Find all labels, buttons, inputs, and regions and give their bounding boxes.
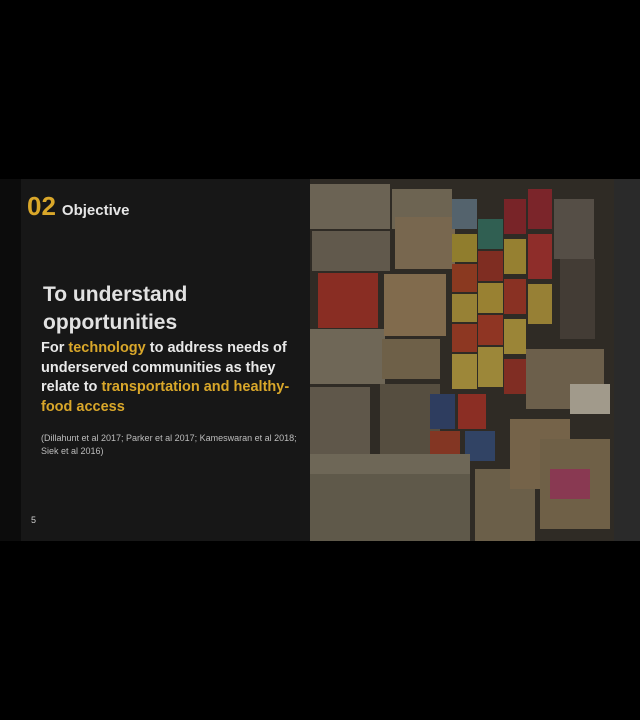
slide-main-title: To understand opportunities <box>43 283 188 334</box>
slide-page-number: 5 <box>31 515 37 525</box>
presentation-slide: 02 Objective To understand opportunities… <box>0 179 640 541</box>
slide-left-margin <box>0 179 21 541</box>
section-number: 02 <box>27 191 56 221</box>
slide-right-margin <box>614 179 640 541</box>
objective-statement: For technology to address needs of under… <box>41 339 291 417</box>
stacked-boxes-illustration <box>310 179 614 541</box>
slide-text-panel: 02 Objective To understand opportunities… <box>21 179 310 541</box>
section-title: Objective <box>61 202 130 219</box>
section-heading: 02 Objective <box>27 191 129 222</box>
body-text-part1: For <box>41 340 69 356</box>
highlight-technology: technology <box>68 340 146 356</box>
citation-text: (Dillahunt et al 2017; Parker et al 2017… <box>41 433 297 456</box>
food-pantry-photo <box>310 179 614 541</box>
